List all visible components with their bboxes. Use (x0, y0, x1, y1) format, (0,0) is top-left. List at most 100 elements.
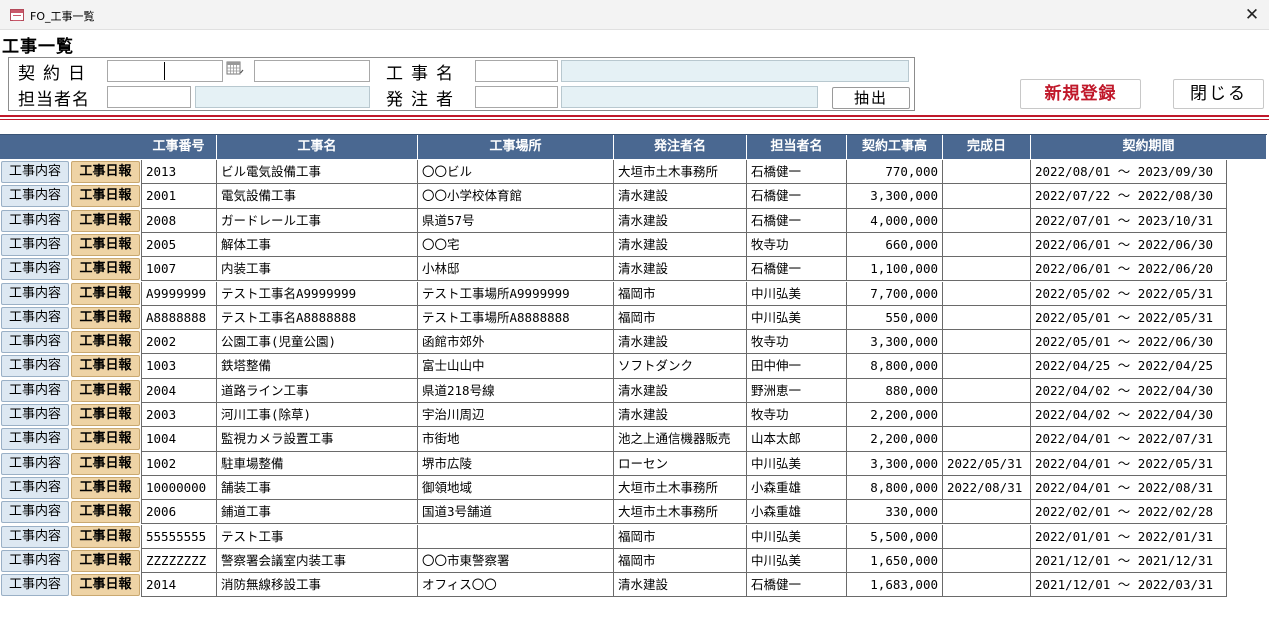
cell-manager-name[interactable]: 石橋健一 (747, 257, 847, 282)
cell-project-name[interactable]: 道路ライン工事 (217, 378, 418, 403)
cell-project-name[interactable]: 消防無線移設工事 (217, 573, 418, 598)
daily-report-button[interactable]: 工事日報 (71, 306, 140, 329)
cell-completion-date[interactable] (943, 330, 1031, 355)
cell-client-name[interactable]: 清水建設 (614, 330, 747, 355)
cell-client-name[interactable]: 清水建設 (614, 257, 747, 282)
cell-project-location[interactable]: 富士山山中 (418, 354, 614, 379)
cell-contract-period[interactable]: 2021/12/01 ～ 2021/12/31 (1031, 548, 1227, 574)
cell-manager-name[interactable]: 牧寺功 (747, 330, 847, 355)
cell-contract-amount[interactable]: 1,683,000 (847, 573, 943, 598)
cell-completion-date[interactable] (943, 573, 1031, 598)
cell-project-location[interactable]: 県道57号 (418, 208, 614, 233)
cell-contract-period[interactable]: 2022/06/01 ～ 2022/06/30 (1031, 232, 1227, 258)
extract-button[interactable]: 抽出 (832, 87, 910, 109)
table-row[interactable]: 工事内容 工事日報 2004 道路ライン工事 県道218号線 清水建設 野洲恵一 880,00… (0, 378, 1269, 403)
cell-project-location[interactable]: 国道3号舗道 (418, 500, 614, 525)
project-detail-button[interactable]: 工事内容 (1, 404, 69, 426)
table-row[interactable]: 工事内容 工事日報 A8888888 テスト工事名A8888888 テスト工事場所A88… (0, 305, 1269, 331)
cell-contract-period[interactable]: 2022/04/02 ～ 2022/04/30 (1031, 378, 1227, 403)
daily-report-button[interactable]: 工事日報 (71, 476, 140, 499)
cell-completion-date[interactable] (943, 281, 1031, 306)
cell-project-location[interactable]: 〇〇宅 (418, 232, 614, 258)
column-header-completion-date[interactable]: 完成日 (943, 135, 1031, 160)
cell-client-name[interactable]: 大垣市土木事務所 (614, 160, 747, 185)
cell-contract-amount[interactable]: 8,800,000 (847, 354, 943, 379)
cell-completion-date[interactable] (943, 354, 1031, 379)
daily-report-button[interactable]: 工事日報 (71, 452, 140, 475)
cell-completion-date[interactable] (943, 305, 1031, 331)
cell-contract-period[interactable]: 2022/06/01 ～ 2022/06/20 (1031, 257, 1227, 282)
cell-contract-amount[interactable]: 550,000 (847, 305, 943, 331)
daily-report-button[interactable]: 工事日報 (71, 282, 140, 305)
project-detail-button[interactable]: 工事内容 (1, 161, 69, 183)
cell-manager-name[interactable]: 山本太郎 (747, 427, 847, 452)
cell-contract-amount[interactable]: 330,000 (847, 500, 943, 525)
cell-contract-amount[interactable]: 8,800,000 (847, 475, 943, 501)
table-row[interactable]: 工事内容 工事日報 2005 解体工事 〇〇宅 清水建設 牧寺功 660,000 2022/06… (0, 232, 1269, 258)
cell-contract-amount[interactable]: 5,500,000 (847, 524, 943, 549)
cell-completion-date[interactable]: 2022/08/31 (943, 475, 1031, 501)
contract-date-from-input[interactable] (107, 60, 223, 82)
cell-completion-date[interactable] (943, 160, 1031, 185)
cell-project-number[interactable]: 10000000 (141, 475, 217, 501)
project-name-code-input[interactable] (475, 60, 558, 82)
cell-completion-date[interactable] (943, 232, 1031, 258)
cell-contract-amount[interactable]: 1,650,000 (847, 548, 943, 574)
cell-contract-period[interactable]: 2022/04/25 ～ 2022/04/25 (1031, 354, 1227, 379)
cell-completion-date[interactable] (943, 403, 1031, 428)
cell-completion-date[interactable] (943, 524, 1031, 549)
cell-contract-period[interactable]: 2021/12/01 ～ 2022/03/31 (1031, 573, 1227, 598)
cell-project-number[interactable]: 1007 (141, 257, 217, 282)
cell-project-location[interactable]: 堺市広陵 (418, 451, 614, 476)
cell-project-name[interactable]: 河川工事(除草) (217, 403, 418, 428)
table-row[interactable]: 工事内容 工事日報 2003 河川工事(除草) 宇治川周辺 清水建設 牧寺功 2,200,00… (0, 403, 1269, 428)
cell-client-name[interactable]: 福岡市 (614, 524, 747, 549)
table-row[interactable]: 工事内容 工事日報 1003 鉄塔整備 富士山山中 ソフトダンク 田中伸一 8,800,000… (0, 354, 1269, 379)
cell-project-number[interactable]: 2002 (141, 330, 217, 355)
cell-project-name[interactable]: 鉄塔整備 (217, 354, 418, 379)
cell-completion-date[interactable] (943, 427, 1031, 452)
cell-project-name[interactable]: 解体工事 (217, 232, 418, 258)
cell-project-number[interactable]: A9999999 (141, 281, 217, 306)
client-code-input[interactable] (475, 86, 558, 108)
cell-contract-period[interactable]: 2022/04/01 ～ 2022/08/31 (1031, 475, 1227, 501)
cell-project-name[interactable]: テスト工事名A9999999 (217, 281, 418, 306)
cell-manager-name[interactable]: 小森重雄 (747, 500, 847, 525)
project-detail-button[interactable]: 工事内容 (1, 476, 69, 499)
cell-manager-name[interactable]: 中川弘美 (747, 281, 847, 306)
cell-contract-amount[interactable]: 660,000 (847, 232, 943, 258)
cell-contract-amount[interactable]: 2,200,000 (847, 427, 943, 452)
close-button[interactable]: 閉じる (1173, 79, 1264, 109)
cell-contract-amount[interactable]: 3,300,000 (847, 451, 943, 476)
cell-project-location[interactable]: 〇〇ビル (418, 160, 614, 185)
table-row[interactable]: 工事内容 工事日報 2006 鋪道工事 国道3号舗道 大垣市土木事務所 小森重雄 330,00… (0, 500, 1269, 525)
project-detail-button[interactable]: 工事内容 (1, 574, 69, 597)
contract-date-to-input[interactable] (254, 60, 370, 82)
cell-client-name[interactable]: 福岡市 (614, 305, 747, 331)
table-row[interactable]: 工事内容 工事日報 1004 監視カメラ設置工事 市街地 池之上通信機器販売 山本太郎 2,2… (0, 427, 1269, 452)
daily-report-button[interactable]: 工事日報 (71, 331, 140, 354)
daily-report-button[interactable]: 工事日報 (71, 428, 140, 451)
project-detail-button[interactable]: 工事内容 (1, 355, 69, 378)
cell-project-name[interactable]: 監視カメラ設置工事 (217, 427, 418, 452)
daily-report-button[interactable]: 工事日報 (71, 574, 140, 597)
cell-completion-date[interactable]: 2022/05/31 (943, 451, 1031, 476)
cell-project-number[interactable]: 2008 (141, 208, 217, 233)
cell-manager-name[interactable]: 小森重雄 (747, 475, 847, 501)
cell-completion-date[interactable] (943, 184, 1031, 209)
project-detail-button[interactable]: 工事内容 (1, 209, 69, 232)
cell-contract-amount[interactable]: 1,100,000 (847, 257, 943, 282)
table-row[interactable]: 工事内容 工事日報 55555555 テスト工事 福岡市 中川弘美 5,500,000 202… (0, 524, 1269, 549)
new-registration-button[interactable]: 新規登録 (1020, 79, 1141, 109)
cell-project-number[interactable]: ZZZZZZZZ (141, 548, 217, 574)
calendar-icon[interactable] (226, 60, 244, 76)
table-row[interactable]: 工事内容 工事日報 ZZZZZZZZ 警察署会議室内装工事 〇〇市東警察署 福岡市 中川弘美… (0, 548, 1269, 574)
cell-project-number[interactable]: 2004 (141, 378, 217, 403)
project-detail-button[interactable]: 工事内容 (1, 379, 69, 402)
project-detail-button[interactable]: 工事内容 (1, 258, 69, 281)
cell-project-number[interactable]: 2001 (141, 184, 217, 209)
cell-client-name[interactable]: ローセン (614, 451, 747, 476)
cell-project-number[interactable]: 1002 (141, 451, 217, 476)
cell-project-number[interactable]: 55555555 (141, 524, 217, 549)
cell-contract-amount[interactable]: 3,300,000 (847, 330, 943, 355)
